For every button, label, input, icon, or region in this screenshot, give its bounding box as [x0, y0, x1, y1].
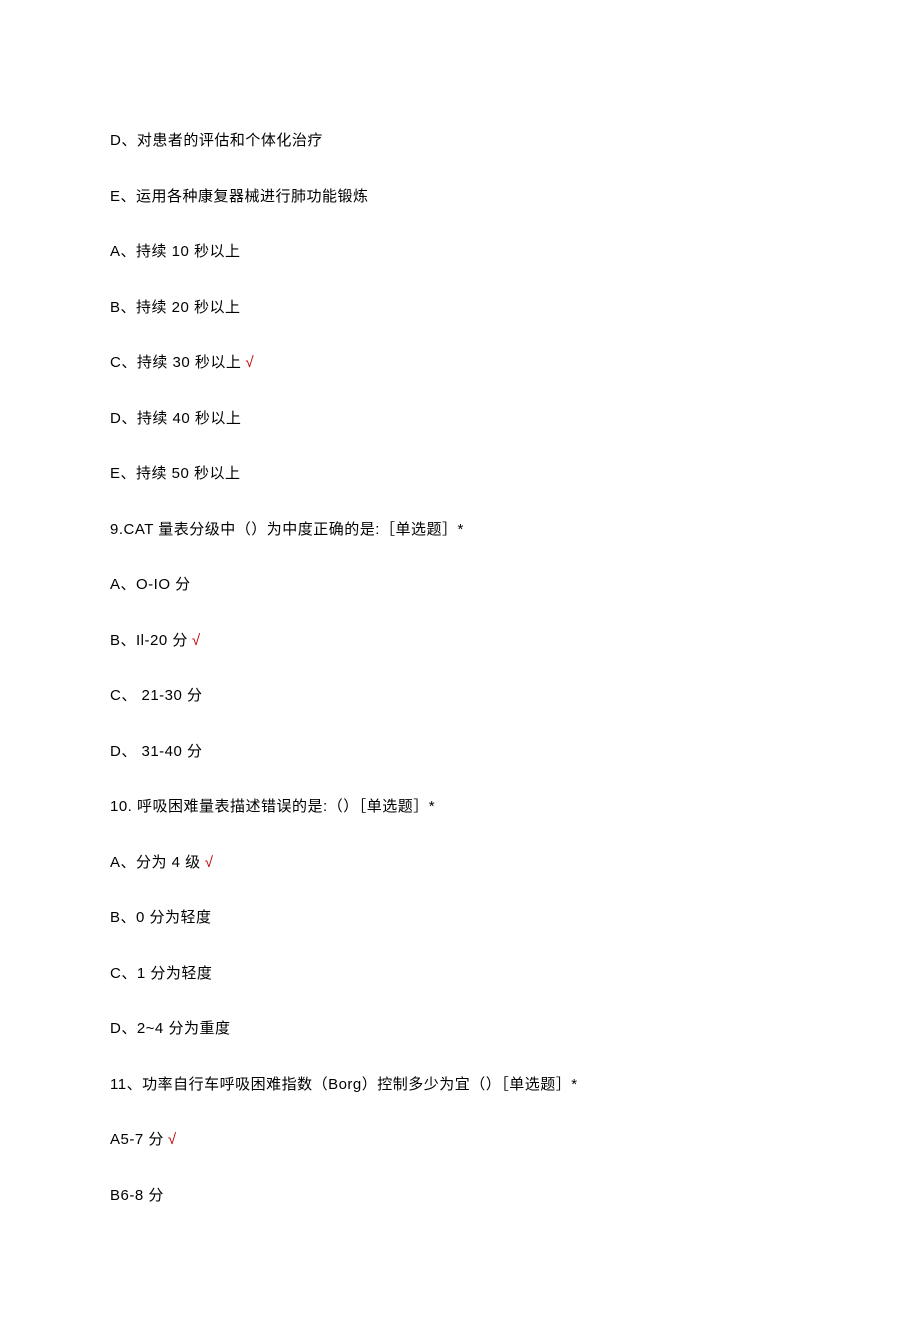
- line-text: C、 21-30 分: [110, 687, 203, 704]
- line-text: E、持续 50 秒以上: [110, 465, 241, 482]
- line-text: B、Il-20 分: [110, 632, 188, 649]
- line-text: B、0 分为轻度: [110, 909, 212, 926]
- text-line: D、对患者的评估和个体化治疗: [110, 130, 810, 153]
- text-line: A、分为 4 级√: [110, 852, 810, 875]
- document-content: D、对患者的评估和个体化治疗 E、运用各种康复器械进行肺功能锻炼 A、持续 10 秒…: [110, 130, 810, 1207]
- line-text: C、持续 30 秒以上: [110, 354, 241, 371]
- text-line: A5-7 分√: [110, 1129, 810, 1152]
- text-line: C、 21-30 分: [110, 685, 810, 708]
- line-text: 10. 呼吸困难量表描述错误的是:（）［单选题］*: [110, 798, 435, 815]
- line-text: D、2~4 分为重度: [110, 1020, 230, 1037]
- line-text: E、运用各种康复器械进行肺功能锻炼: [110, 188, 369, 205]
- line-text: A、O-IO 分: [110, 576, 191, 593]
- text-line: E、持续 50 秒以上: [110, 463, 810, 486]
- line-text: 11、功率自行车呼吸困难指数（Borg）控制多少为宜（）［单选题］*: [110, 1076, 578, 1093]
- line-text: C、1 分为轻度: [110, 965, 212, 982]
- line-text: A、分为 4 级: [110, 854, 201, 871]
- text-line: 11、功率自行车呼吸困难指数（Borg）控制多少为宜（）［单选题］*: [110, 1074, 810, 1097]
- line-text: 9.CAT 量表分级中（）为中度正确的是:［单选题］*: [110, 521, 464, 538]
- line-text: A5-7 分: [110, 1131, 164, 1148]
- text-line: A、持续 10 秒以上: [110, 241, 810, 264]
- text-line: D、 31-40 分: [110, 741, 810, 764]
- line-text: B、持续 20 秒以上: [110, 299, 241, 316]
- checkmark-icon: √: [245, 354, 254, 371]
- text-line: E、运用各种康复器械进行肺功能锻炼: [110, 186, 810, 209]
- text-line: C、1 分为轻度: [110, 963, 810, 986]
- checkmark-icon: √: [168, 1131, 177, 1148]
- line-text: D、对患者的评估和个体化治疗: [110, 132, 323, 149]
- text-line: B6-8 分: [110, 1185, 810, 1208]
- checkmark-icon: √: [205, 854, 214, 871]
- text-line: D、2~4 分为重度: [110, 1018, 810, 1041]
- line-text: A、持续 10 秒以上: [110, 243, 241, 260]
- line-text: D、 31-40 分: [110, 743, 203, 760]
- text-line: B、0 分为轻度: [110, 907, 810, 930]
- checkmark-icon: √: [192, 632, 201, 649]
- text-line: D、持续 40 秒以上: [110, 408, 810, 431]
- text-line: A、O-IO 分: [110, 574, 810, 597]
- text-line: 10. 呼吸困难量表描述错误的是:（）［单选题］*: [110, 796, 810, 819]
- text-line: B、Il-20 分√: [110, 630, 810, 653]
- text-line: C、持续 30 秒以上√: [110, 352, 810, 375]
- text-line: B、持续 20 秒以上: [110, 297, 810, 320]
- text-line: 9.CAT 量表分级中（）为中度正确的是:［单选题］*: [110, 519, 810, 542]
- line-text: B6-8 分: [110, 1187, 164, 1204]
- line-text: D、持续 40 秒以上: [110, 410, 241, 427]
